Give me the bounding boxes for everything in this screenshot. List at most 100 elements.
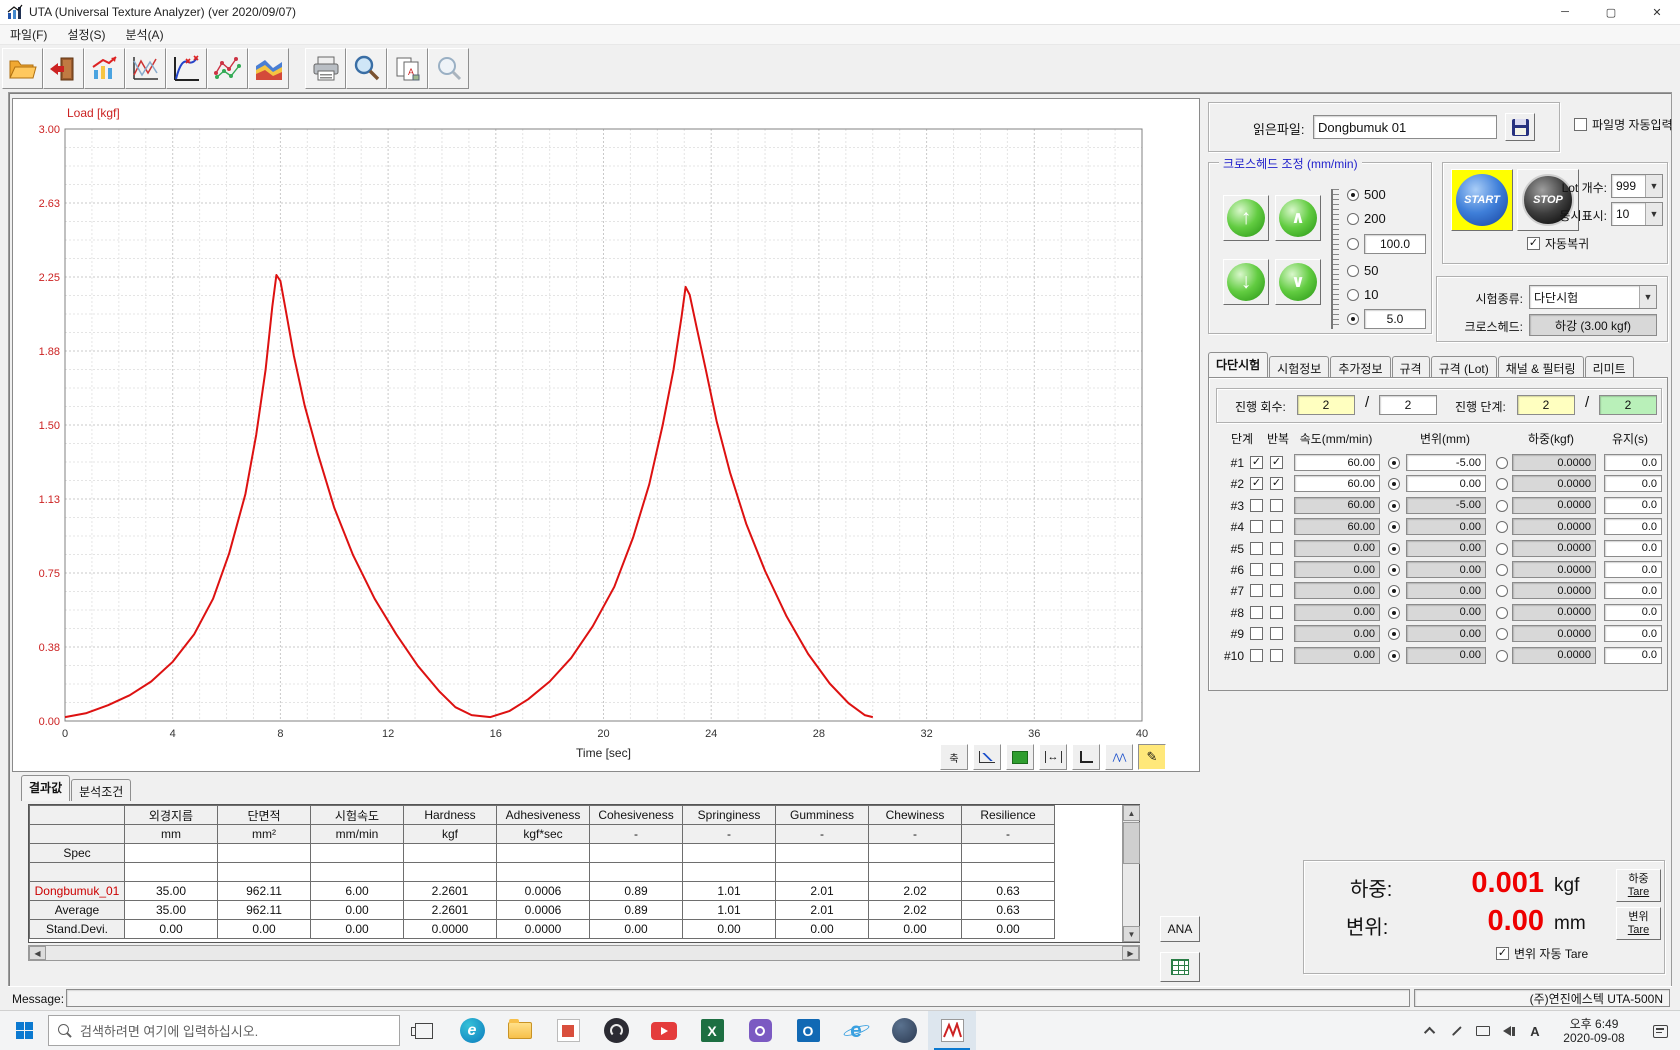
step-load-radio[interactable] xyxy=(1496,543,1508,555)
jog-down-slow-button[interactable]: ∨ xyxy=(1275,259,1321,305)
menu-item-0[interactable]: 파일(F) xyxy=(0,24,57,45)
radio-icon[interactable] xyxy=(1347,265,1359,277)
exit-button[interactable] xyxy=(43,48,84,89)
step-repeat-checkbox[interactable] xyxy=(1270,542,1283,555)
step-load-radio[interactable] xyxy=(1496,457,1508,469)
step-disp-field[interactable]: 0.00 xyxy=(1406,475,1486,492)
step-speed-field[interactable]: 0.00 xyxy=(1294,582,1380,599)
tab-규격 (Lot)[interactable]: 규격 (Lot) xyxy=(1431,356,1497,378)
step-repeat-checkbox[interactable] xyxy=(1270,456,1283,469)
results-horizontal-scrollbar[interactable]: ◀ ▶ xyxy=(28,945,1140,961)
step-load-radio[interactable] xyxy=(1496,564,1508,576)
open-file-button[interactable] xyxy=(2,48,43,89)
taskbar-app-excel[interactable]: X xyxy=(688,1011,736,1050)
report-chart-button[interactable] xyxy=(84,48,125,89)
step-enable-checkbox[interactable] xyxy=(1250,584,1263,597)
step-load-radio[interactable] xyxy=(1496,500,1508,512)
scroll-up-icon[interactable]: ▲ xyxy=(1123,805,1140,821)
taskbar-app-youtube[interactable] xyxy=(640,1011,688,1050)
step-disp-field[interactable]: 0.00 xyxy=(1406,647,1486,664)
multi-display-select[interactable]: 10▼ xyxy=(1611,202,1663,226)
step-load-field[interactable]: 0.0000 xyxy=(1512,647,1596,664)
step-load-field[interactable]: 0.0000 xyxy=(1512,518,1596,535)
taskbar-app-uta[interactable] xyxy=(928,1011,976,1050)
hidden-icons-chevron[interactable] xyxy=(1418,1011,1444,1050)
step-disp-radio[interactable] xyxy=(1388,564,1400,576)
step-load-field[interactable]: 0.0000 xyxy=(1512,625,1596,642)
zoom-out-button[interactable] xyxy=(428,48,469,89)
radio-icon[interactable] xyxy=(1347,213,1359,225)
step-hold-field[interactable]: 0.0 xyxy=(1604,454,1662,471)
ana-button[interactable]: ANA xyxy=(1160,916,1200,942)
step-repeat-checkbox[interactable] xyxy=(1270,627,1283,640)
ime-indicator[interactable]: A xyxy=(1522,1011,1548,1050)
step-speed-field[interactable]: 0.00 xyxy=(1294,561,1380,578)
step-hold-field[interactable]: 0.0 xyxy=(1604,582,1662,599)
axes-button[interactable] xyxy=(1072,744,1100,770)
network-tray-icon[interactable] xyxy=(1470,1011,1496,1050)
line-plot-button[interactable] xyxy=(973,744,1001,770)
step-disp-field[interactable]: -5.00 xyxy=(1406,454,1486,471)
taskbar-app-dark-app[interactable] xyxy=(880,1011,928,1050)
scroll-thumb[interactable] xyxy=(1123,822,1140,864)
jog-down-fast-button[interactable]: ↓ xyxy=(1223,259,1269,305)
step-enable-checkbox[interactable] xyxy=(1250,456,1263,469)
step-disp-radio[interactable] xyxy=(1388,650,1400,662)
step-disp-field[interactable]: 0.00 xyxy=(1406,582,1486,599)
step-hold-field[interactable]: 0.0 xyxy=(1604,497,1662,514)
step-speed-field[interactable]: 0.00 xyxy=(1294,604,1380,621)
step-load-field[interactable]: 0.0000 xyxy=(1512,540,1596,557)
volume-tray-icon[interactable] xyxy=(1496,1011,1522,1050)
step-enable-checkbox[interactable] xyxy=(1250,563,1263,576)
close-button[interactable]: ✕ xyxy=(1634,0,1680,24)
taskbar-app-store[interactable] xyxy=(544,1011,592,1050)
step-load-field[interactable]: 0.0000 xyxy=(1512,561,1596,578)
step-hold-field[interactable]: 0.0 xyxy=(1604,518,1662,535)
zoom-in-button[interactable] xyxy=(346,48,387,89)
step-load-radio[interactable] xyxy=(1496,585,1508,597)
lot-count-select[interactable]: 999▼ xyxy=(1611,174,1663,198)
start-button[interactable]: START xyxy=(1451,169,1513,231)
curve-analysis-button[interactable] xyxy=(166,48,207,89)
taskbar-app-outlook[interactable]: O xyxy=(784,1011,832,1050)
step-disp-radio[interactable] xyxy=(1388,457,1400,469)
load-tare-button[interactable]: 하중 Tare xyxy=(1616,869,1661,902)
scatter-chart-button[interactable] xyxy=(207,48,248,89)
step-disp-radio[interactable] xyxy=(1388,521,1400,533)
crosshead-option-100.0[interactable]: 100.0 xyxy=(1347,234,1426,254)
screen-color-button[interactable] xyxy=(1006,744,1034,770)
step-disp-radio[interactable] xyxy=(1388,628,1400,640)
tab-다단시험[interactable]: 다단시험 xyxy=(1208,352,1268,378)
step-disp-field[interactable]: 0.00 xyxy=(1406,604,1486,621)
step-load-radio[interactable] xyxy=(1496,521,1508,533)
step-load-field[interactable]: 0.0000 xyxy=(1512,604,1596,621)
step-disp-field[interactable]: 0.00 xyxy=(1406,561,1486,578)
step-repeat-checkbox[interactable] xyxy=(1270,606,1283,619)
step-hold-field[interactable]: 0.0 xyxy=(1604,647,1662,664)
pen-tray-icon[interactable] xyxy=(1444,1011,1470,1050)
step-disp-field[interactable]: 0.00 xyxy=(1406,518,1486,535)
step-load-radio[interactable] xyxy=(1496,650,1508,662)
auto-filename-checkbox[interactable] xyxy=(1574,118,1587,131)
crosshead-speed-input[interactable]: 5.0 xyxy=(1364,309,1426,329)
step-hold-field[interactable]: 0.0 xyxy=(1604,625,1662,642)
step-load-field[interactable]: 0.0000 xyxy=(1512,497,1596,514)
step-hold-field[interactable]: 0.0 xyxy=(1604,604,1662,621)
start-menu-button[interactable] xyxy=(0,1011,48,1050)
step-disp-field[interactable]: 0.00 xyxy=(1406,625,1486,642)
auto-filename-check[interactable]: 파일명 자동입력 xyxy=(1574,116,1673,133)
scroll-right-icon[interactable]: ▶ xyxy=(1122,946,1139,960)
step-disp-field[interactable]: -5.00 xyxy=(1406,497,1486,514)
print-preview-button[interactable]: A xyxy=(387,48,428,89)
taskbar-clock[interactable]: 오후 6:49 2020-09-08 xyxy=(1548,1017,1640,1045)
step-speed-field[interactable]: 0.00 xyxy=(1294,540,1380,557)
peak-analysis-button[interactable]: ⋀⋀ xyxy=(1105,744,1133,770)
results-vertical-scrollbar[interactable]: ▲ ▼ xyxy=(1122,805,1139,942)
multi-curve-button[interactable] xyxy=(125,48,166,89)
crosshead-option-200[interactable]: 200 xyxy=(1347,211,1386,226)
test-type-select[interactable]: 다단시험▼ xyxy=(1529,285,1657,309)
crosshead-speed-input[interactable]: 100.0 xyxy=(1364,234,1426,254)
taskbar-app-edge[interactable]: e xyxy=(448,1011,496,1050)
minimize-button[interactable]: ─ xyxy=(1542,0,1588,24)
tab-리미트[interactable]: 리미트 xyxy=(1585,356,1634,378)
